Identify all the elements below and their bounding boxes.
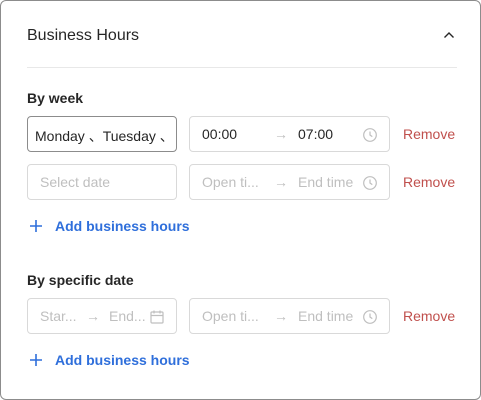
add-date-hours-label: Add business hours — [55, 352, 190, 368]
open-time-value: 00:00 — [202, 126, 238, 142]
end-date-placeholder: End... — [109, 308, 146, 324]
days-select[interactable]: Monday 、Tuesday 、 — [27, 116, 177, 152]
end-time-placeholder: End time — [298, 308, 354, 324]
remove-date-row-button[interactable]: Remove — [403, 308, 455, 324]
calendar-icon — [150, 310, 164, 324]
chevron-up-icon[interactable] — [441, 27, 457, 43]
business-hours-panel: Business Hours By week Monday 、Tuesday 、… — [0, 0, 481, 400]
date-time-range[interactable]: Open ti... → End time — [189, 298, 390, 334]
arrow-right-icon: → — [274, 126, 288, 142]
select-date-input[interactable]: Select date — [27, 164, 177, 200]
open-time-placeholder: Open ti... — [202, 174, 259, 190]
arrow-right-icon: → — [274, 308, 288, 324]
arrow-right-icon: → — [86, 308, 100, 324]
plus-icon — [30, 220, 42, 232]
plus-icon — [30, 354, 42, 366]
clock-icon — [363, 176, 377, 190]
close-time-value: 07:00 — [298, 126, 334, 142]
start-date-placeholder: Star... — [40, 308, 77, 324]
clock-icon — [363, 310, 377, 324]
end-time-placeholder: End time — [298, 174, 354, 190]
date-range-input[interactable]: Star... → End... — [27, 298, 177, 334]
panel-title: Business Hours — [27, 27, 140, 44]
arrow-right-icon: → — [274, 174, 288, 190]
week-time-range-2[interactable]: Open ti... → End time — [189, 164, 390, 200]
clock-icon — [363, 128, 377, 142]
days-value: Monday 、Tuesday 、 — [35, 128, 173, 144]
remove-week-row-1-button[interactable]: Remove — [403, 126, 455, 142]
by-week-title: By week — [27, 90, 84, 106]
remove-week-row-2-button[interactable]: Remove — [403, 174, 455, 190]
week-time-range-1[interactable]: 00:00 → 07:00 — [189, 116, 390, 152]
by-date-title: By specific date — [27, 272, 134, 288]
panel-header: Business Hours — [27, 1, 457, 68]
open-time-placeholder: Open ti... — [202, 308, 259, 324]
select-date-placeholder: Select date — [40, 174, 111, 190]
add-week-hours-label: Add business hours — [55, 218, 190, 234]
